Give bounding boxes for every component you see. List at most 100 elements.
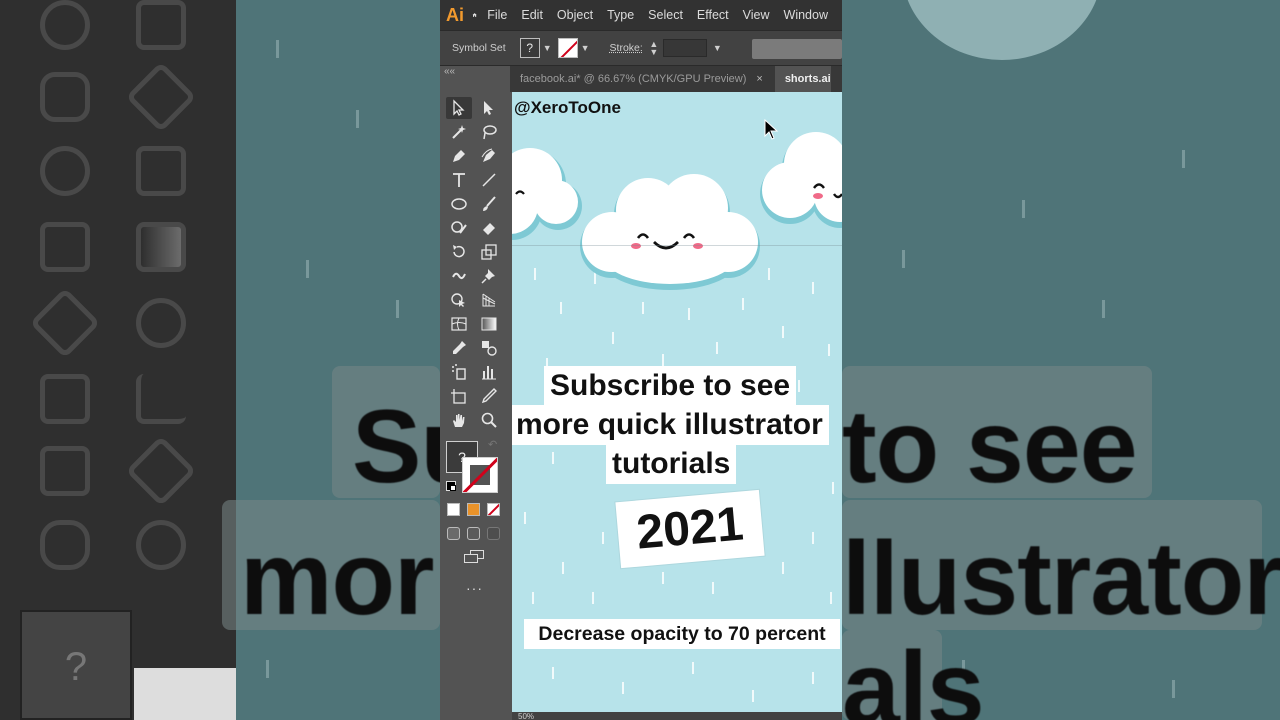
mesh-tool[interactable]	[446, 313, 472, 335]
document-tabs: facebook.ai* @ 66.67% (CMYK/GPU Preview)…	[510, 66, 842, 92]
line-segment-icon	[482, 173, 496, 187]
subscribe-line-3: tutorials	[606, 444, 737, 484]
shape-builder-tool[interactable]	[446, 289, 472, 311]
bg-eyedropper-icon	[29, 287, 101, 359]
tutorial-caption: Decrease opacity to 70 percent	[524, 619, 840, 649]
close-icon[interactable]: ×	[756, 73, 762, 85]
tab-facebook[interactable]: facebook.ai* @ 66.67% (CMYK/GPU Preview)…	[510, 66, 775, 92]
fill-swatch[interactable]: ?	[519, 38, 540, 58]
bg-big-text-3: to see	[842, 389, 1138, 505]
curvature-icon	[481, 148, 495, 162]
app-logo: Ai	[446, 4, 464, 25]
stroke-label[interactable]: Stroke:	[610, 42, 643, 54]
subscribe-line-1: Subscribe to see	[544, 366, 797, 406]
draw-normal-icon[interactable]	[447, 527, 460, 540]
stroke-weight-input[interactable]	[662, 39, 707, 57]
menu-bar: Ai File Edit Object Type Select Effect V…	[440, 0, 842, 30]
zoom-tool[interactable]	[476, 409, 502, 431]
menu-file[interactable]: File	[487, 8, 507, 22]
menu-window[interactable]: Window	[784, 8, 828, 22]
home-icon[interactable]	[472, 5, 477, 25]
bg-big-text-2: mor	[240, 521, 434, 637]
edit-toolbar-icon[interactable]: ···	[466, 580, 483, 596]
line-tool[interactable]	[476, 169, 502, 191]
menu-select[interactable]: Select	[648, 8, 683, 22]
magic-wand-icon	[452, 125, 466, 139]
color-mode-icon[interactable]	[447, 503, 460, 516]
gradient-icon	[481, 317, 497, 331]
paintbrush-tool[interactable]	[476, 193, 502, 215]
chevron-down-icon[interactable]: ▼	[543, 43, 552, 53]
menu-view[interactable]: View	[743, 8, 770, 22]
artboard-tool[interactable]	[446, 385, 472, 407]
bg-rotate-icon	[40, 0, 90, 50]
bg-fill-box: ?	[20, 610, 132, 720]
magic-wand-tool[interactable]	[446, 121, 472, 143]
cloud-smiling[interactable]	[578, 168, 762, 294]
background-right-blur: to see llustrator als	[842, 0, 1280, 720]
perspective-grid-tool[interactable]	[476, 289, 502, 311]
menu-edit[interactable]: Edit	[521, 8, 543, 22]
pen-tool[interactable]	[446, 145, 472, 167]
bg-graph-icon	[136, 374, 186, 424]
none-mode-icon[interactable]	[487, 503, 500, 516]
blend-icon	[482, 341, 497, 356]
eyedropper-icon	[453, 341, 466, 354]
collapse-toolbar-icon[interactable]: ««	[444, 66, 455, 77]
mouse-cursor-icon	[764, 119, 779, 140]
warp-tool[interactable]	[446, 265, 472, 287]
puppet-warp-tool[interactable]	[476, 265, 502, 287]
pen-icon	[453, 150, 465, 162]
stroke-swatch[interactable]	[557, 38, 578, 58]
menu-effect[interactable]: Effect	[697, 8, 729, 22]
variable-width-field[interactable]	[752, 39, 842, 59]
default-colors-icon[interactable]	[446, 481, 456, 491]
gradient-tool[interactable]	[476, 313, 502, 335]
bg-perspective-icon	[136, 146, 186, 196]
screen-mode-icon[interactable]	[464, 550, 484, 564]
direct-selection-tool[interactable]	[476, 97, 502, 119]
slice-tool[interactable]	[476, 385, 502, 407]
bg-big-text-5: als	[842, 631, 985, 720]
chevron-down-icon[interactable]: ▼	[581, 43, 590, 53]
hand-tool[interactable]	[446, 409, 472, 431]
bg-scale-icon	[136, 0, 186, 50]
rotate-tool[interactable]	[446, 241, 472, 263]
shape-builder-icon	[451, 293, 465, 307]
year-badge: 2021	[615, 489, 765, 569]
swap-fill-stroke-icon[interactable]: ↶	[488, 438, 497, 451]
blend-tool[interactable]	[476, 337, 502, 359]
bar-graph-icon	[482, 366, 496, 380]
zoom-level[interactable]: 50%	[518, 712, 534, 720]
stroke-stepper-icon[interactable]: ▲ ▼	[649, 40, 659, 57]
shaper-tool[interactable]	[446, 217, 472, 239]
lasso-tool[interactable]	[476, 121, 502, 143]
type-tool[interactable]	[446, 169, 472, 191]
bg-stroke-box	[134, 668, 236, 720]
cloud-left[interactable]	[512, 132, 584, 244]
stroke-color-box[interactable]	[462, 457, 498, 493]
menu-object[interactable]: Object	[557, 8, 593, 22]
artboard-canvas[interactable]: @XeroToOne Subscribe to see more quick i…	[512, 92, 842, 712]
eraser-tool[interactable]	[476, 217, 502, 239]
tab-shorts[interactable]: shorts.ai	[774, 66, 831, 92]
curvature-tool[interactable]	[476, 145, 502, 167]
paintbrush-icon	[483, 196, 496, 211]
background-left-blur: ? Su mor	[0, 0, 440, 720]
column-graph-tool[interactable]	[476, 361, 502, 383]
bg-artboard-icon	[40, 446, 90, 496]
scale-icon	[481, 244, 497, 260]
bg-shape-builder-icon	[40, 146, 90, 196]
symbol-sprayer-tool[interactable]	[446, 361, 472, 383]
selection-tool[interactable]	[446, 97, 472, 119]
ellipse-tool[interactable]	[446, 193, 472, 215]
draw-inside-icon[interactable]	[487, 527, 500, 540]
menu-type[interactable]: Type	[607, 8, 634, 22]
tab-label: facebook.ai* @ 66.67% (CMYK/GPU Preview)	[520, 73, 747, 85]
gradient-mode-icon[interactable]	[467, 503, 480, 516]
chevron-down-icon[interactable]: ▼	[713, 43, 722, 53]
scale-tool[interactable]	[476, 241, 502, 263]
draw-behind-icon[interactable]	[467, 527, 480, 540]
eyedropper-tool[interactable]	[446, 337, 472, 359]
slice-knife-icon	[481, 388, 497, 404]
